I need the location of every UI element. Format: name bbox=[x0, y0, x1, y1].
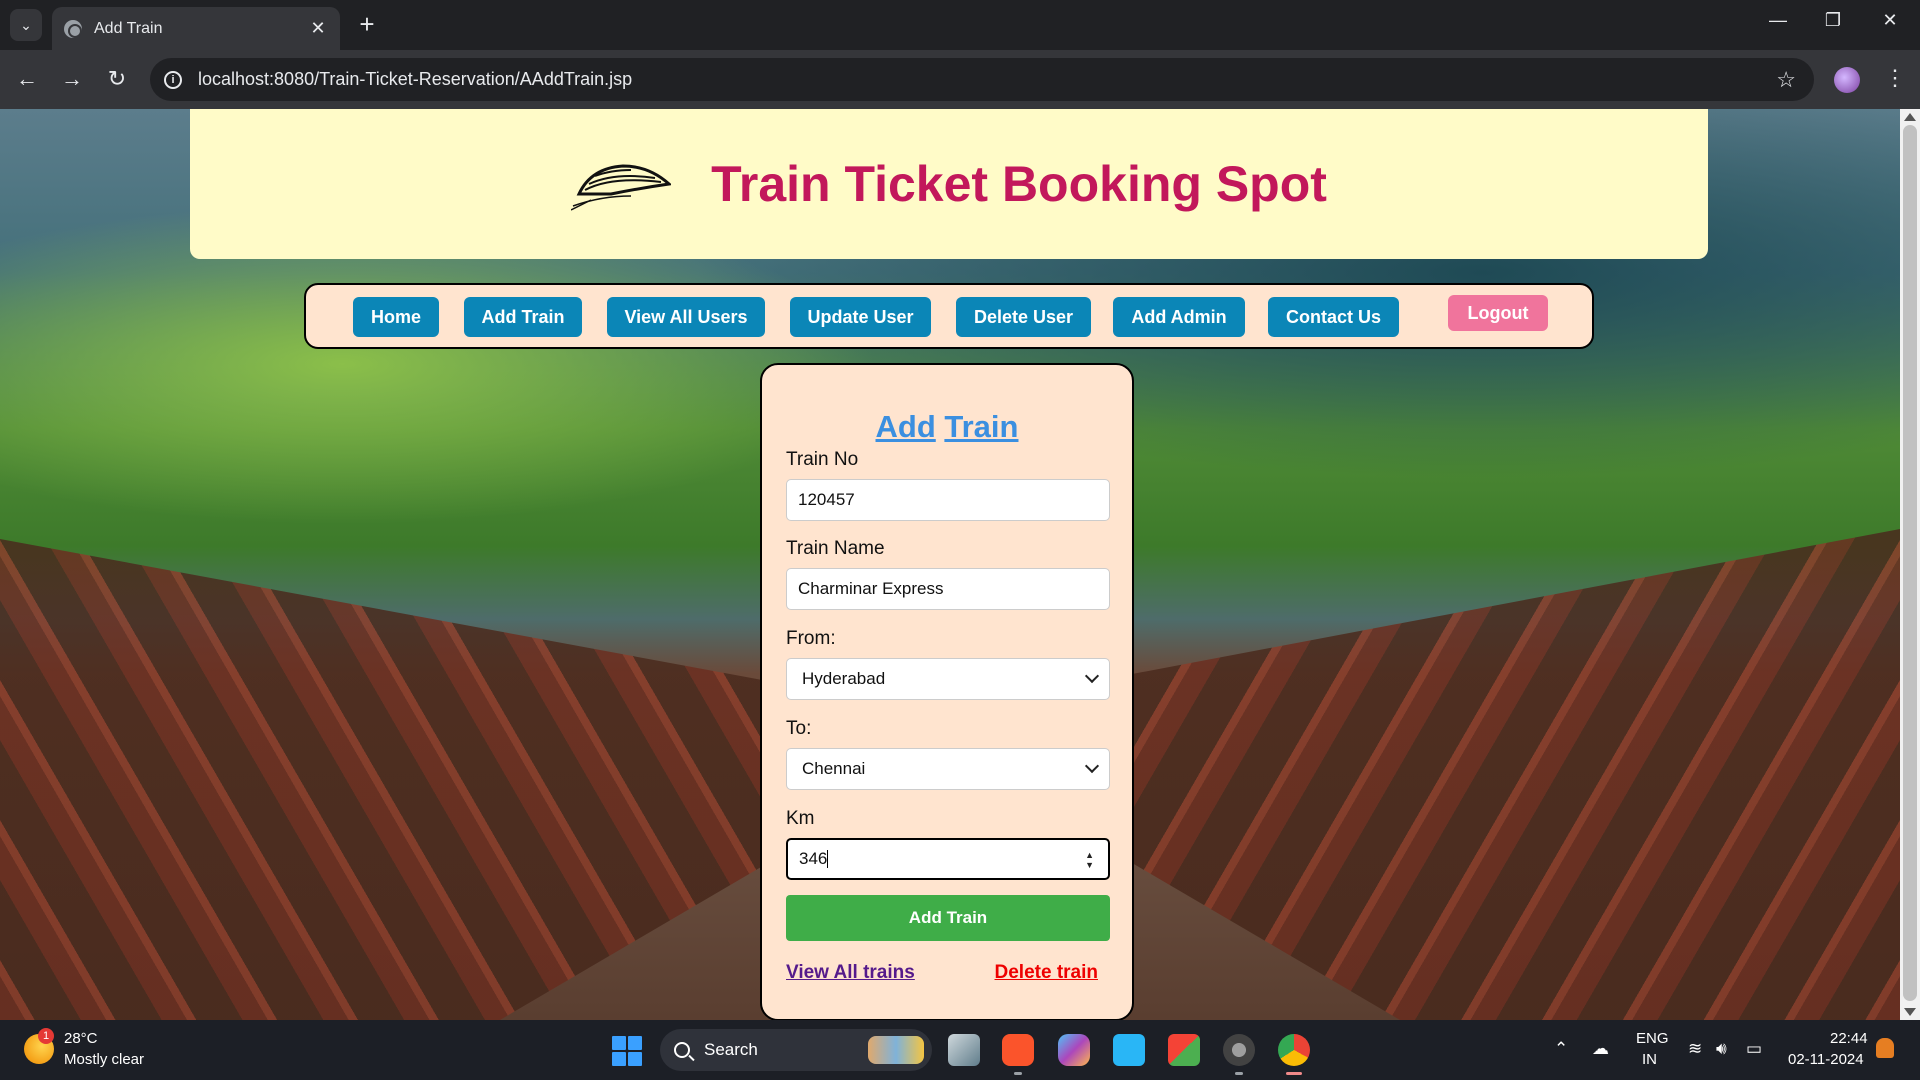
clock-time[interactable]: 22:44 bbox=[1830, 1030, 1868, 1047]
tab-title: Add Train bbox=[94, 19, 163, 37]
url-text[interactable]: localhost:8080/Train-Ticket-Reservation/… bbox=[198, 69, 1776, 90]
search-highlight-icon bbox=[868, 1036, 924, 1064]
number-spinner-icon[interactable]: ▲ ▼ bbox=[1085, 850, 1094, 870]
onedrive-cloud-icon[interactable]: ☁ bbox=[1592, 1039, 1609, 1059]
app-active-indicator bbox=[1286, 1072, 1302, 1075]
weather-temperature[interactable]: 28°C bbox=[64, 1030, 98, 1047]
browser-tab[interactable]: Add Train ✕ bbox=[52, 7, 340, 50]
battery-icon[interactable]: ▭ bbox=[1746, 1039, 1762, 1059]
browser-menu-icon[interactable]: ⋮ bbox=[1880, 65, 1910, 91]
volume-icon[interactable]: 🔊︎ bbox=[1716, 1039, 1727, 1059]
notepad-icon[interactable] bbox=[1113, 1034, 1145, 1066]
address-bar[interactable]: i localhost:8080/Train-Ticket-Reservatio… bbox=[150, 58, 1814, 101]
brave-browser-icon[interactable] bbox=[1002, 1034, 1034, 1066]
task-view-icon[interactable] bbox=[948, 1034, 980, 1066]
to-station-value: Chennai bbox=[802, 759, 866, 778]
form-heading-word-1: Add bbox=[875, 409, 936, 444]
add-train-form: Add Train Train No 120457 Train Name Cha… bbox=[760, 363, 1134, 1020]
nav-view-all-users-button[interactable]: View All Users bbox=[607, 297, 765, 337]
km-value: 346 bbox=[799, 849, 828, 868]
settings-gear-icon[interactable] bbox=[1223, 1034, 1255, 1066]
nav-add-admin-button[interactable]: Add Admin bbox=[1113, 297, 1245, 337]
scroll-up-arrow-icon[interactable] bbox=[1904, 113, 1916, 121]
windows-start-icon[interactable] bbox=[612, 1036, 642, 1066]
bookmark-star-icon[interactable]: ☆ bbox=[1776, 67, 1796, 93]
back-arrow-icon[interactable]: ← bbox=[12, 64, 42, 94]
weather-description[interactable]: Mostly clear bbox=[64, 1051, 144, 1068]
globe-icon bbox=[64, 19, 82, 38]
clock-date[interactable]: 02-11-2024 bbox=[1788, 1051, 1864, 1068]
from-station-value: Hyderabad bbox=[802, 669, 886, 688]
chrome-icon[interactable] bbox=[1278, 1034, 1310, 1066]
km-label: Km bbox=[786, 808, 815, 829]
train-name-label: Train Name bbox=[786, 538, 885, 559]
train-no-label: Train No bbox=[786, 449, 859, 470]
browser-toolbar: ← → ↻ i localhost:8080/Train-Ticket-Rese… bbox=[0, 50, 1920, 109]
chevron-up-icon[interactable]: ⌃ bbox=[1554, 1039, 1568, 1059]
train-no-input[interactable]: 120457 bbox=[786, 479, 1110, 521]
app-running-indicator bbox=[1235, 1072, 1243, 1075]
nav-update-user-button[interactable]: Update User bbox=[790, 297, 931, 337]
app-running-indicator bbox=[1014, 1072, 1022, 1075]
nav-delete-user-button[interactable]: Delete User bbox=[956, 297, 1091, 337]
nav-add-train-button[interactable]: Add Train bbox=[464, 297, 582, 337]
tab-search-button[interactable]: ⌄ bbox=[10, 9, 42, 41]
to-label: To: bbox=[786, 718, 812, 739]
scroll-down-arrow-icon[interactable] bbox=[1904, 1008, 1916, 1016]
new-tab-button[interactable]: + bbox=[352, 10, 382, 38]
profile-avatar[interactable] bbox=[1834, 67, 1860, 93]
view-all-trains-link[interactable]: View All trains bbox=[786, 962, 915, 984]
taskbar-search-label: Search bbox=[704, 1040, 758, 1059]
to-station-select[interactable]: Chennai bbox=[786, 748, 1110, 790]
search-icon bbox=[674, 1042, 690, 1058]
browser-tab-bar: ⌄ Add Train ✕ + — ❐ ✕ bbox=[0, 0, 1920, 50]
weather-badge: 1 bbox=[38, 1028, 54, 1044]
copilot-icon[interactable] bbox=[1058, 1034, 1090, 1066]
train-name-input[interactable]: Charminar Express bbox=[786, 568, 1110, 610]
minimize-button[interactable]: — bbox=[1758, 10, 1798, 31]
chevron-down-icon bbox=[1084, 668, 1100, 684]
close-window-button[interactable]: ✕ bbox=[1870, 10, 1910, 31]
site-header: Train Ticket Booking Spot bbox=[190, 109, 1708, 259]
form-heading: Add Train bbox=[762, 409, 1132, 445]
page-scrollbar[interactable] bbox=[1900, 109, 1920, 1020]
reload-icon[interactable]: ↻ bbox=[102, 64, 132, 94]
windows-taskbar: 1 28°C Mostly clear Search ⌃ ☁ ENG IN ≋ … bbox=[0, 1020, 1920, 1080]
notification-bell-icon[interactable] bbox=[1876, 1038, 1894, 1058]
train-logo-icon bbox=[571, 164, 672, 211]
language-primary[interactable]: ENG bbox=[1636, 1030, 1669, 1047]
scroll-thumb[interactable] bbox=[1903, 125, 1917, 1001]
page-viewport: Train Ticket Booking Spot Home Add Train… bbox=[0, 109, 1900, 1020]
add-train-submit-button[interactable]: Add Train bbox=[786, 895, 1110, 941]
nav-home-button[interactable]: Home bbox=[353, 297, 439, 337]
from-label: From: bbox=[786, 628, 836, 649]
chevron-down-icon bbox=[1084, 758, 1100, 774]
forward-arrow-icon[interactable]: → bbox=[57, 64, 87, 94]
microsoft-store-icon[interactable] bbox=[1168, 1034, 1200, 1066]
km-number-input[interactable]: 346 ▲ ▼ bbox=[786, 838, 1110, 880]
tab-close-icon[interactable]: ✕ bbox=[308, 18, 328, 39]
site-title: Train Ticket Booking Spot bbox=[711, 156, 1327, 212]
logout-button[interactable]: Logout bbox=[1448, 295, 1548, 331]
delete-train-link[interactable]: Delete train bbox=[995, 962, 1098, 984]
restore-button[interactable]: ❐ bbox=[1813, 10, 1853, 31]
wifi-icon[interactable]: ≋ bbox=[1688, 1039, 1702, 1059]
site-info-icon[interactable]: i bbox=[164, 70, 182, 89]
form-heading-word-2: Train bbox=[944, 409, 1019, 444]
text-cursor bbox=[827, 850, 829, 868]
from-station-select[interactable]: Hyderabad bbox=[786, 658, 1110, 700]
main-navigation: Home Add Train View All Users Update Use… bbox=[304, 283, 1594, 349]
language-secondary[interactable]: IN bbox=[1642, 1051, 1657, 1068]
nav-contact-us-button[interactable]: Contact Us bbox=[1268, 297, 1399, 337]
